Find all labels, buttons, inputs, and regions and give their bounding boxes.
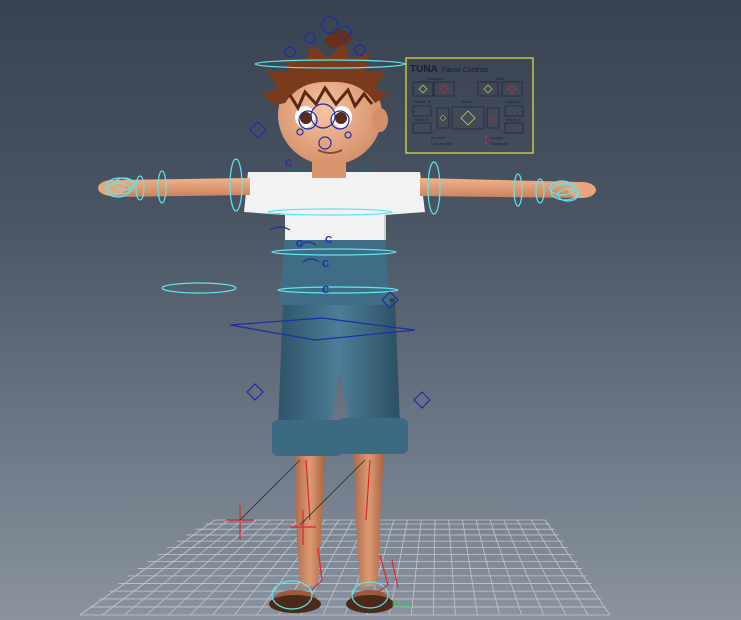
rig-marker-c-5: C bbox=[322, 285, 329, 296]
facial-controls-panel[interactable]: TUNA Facial Controls Eyebrows Eyes Cheek… bbox=[405, 57, 534, 154]
footer-left-bottom: Lnxp Hp Blnk bbox=[431, 142, 452, 146]
label-cheek-r: Cheek_R bbox=[414, 99, 431, 104]
label-mouth-l: Mouth_L bbox=[506, 117, 522, 122]
rig-marker-c-3: C bbox=[325, 235, 332, 246]
label-nose: Nose_R bbox=[414, 117, 429, 122]
label-eyebrows: Eyebrows bbox=[426, 76, 444, 81]
facial-panel-title: Facial Controls bbox=[442, 67, 489, 74]
rig-marker-c-4: C bbox=[322, 259, 329, 270]
footer-left-top: Un Lexbr bbox=[431, 136, 446, 140]
rig-marker-c-1: C bbox=[285, 158, 292, 169]
label-mouth: Mouth bbox=[461, 99, 472, 104]
ground-control-label: Body bbox=[392, 600, 413, 610]
rig-marker-c-2: C bbox=[296, 239, 303, 250]
ground-grid bbox=[79, 519, 611, 616]
footer-right-top: Lnpxgvh bbox=[490, 136, 503, 140]
maya-viewport[interactable]: C C C C C Body TUNA Facial Controls Eyeb… bbox=[0, 0, 741, 620]
footer-right-bottom: Tonguecntrl bbox=[490, 142, 508, 146]
label-cheek-l: Cheek_L bbox=[505, 99, 522, 104]
label-eyes: Eyes bbox=[496, 76, 505, 81]
viewport-scene[interactable]: C C C C C Body TUNA Facial Controls Eyeb… bbox=[0, 0, 741, 620]
facial-panel-logo: TUNA bbox=[410, 64, 438, 75]
character-shorts[interactable] bbox=[272, 298, 408, 456]
